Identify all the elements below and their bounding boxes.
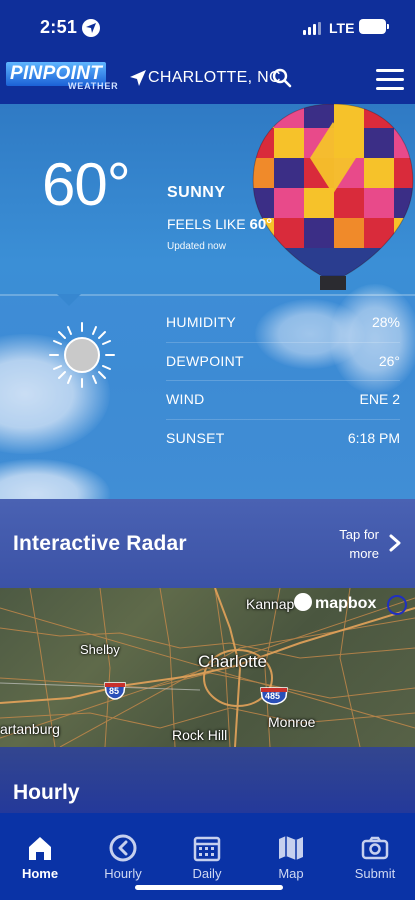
radar-title: Interactive Radar <box>13 532 187 555</box>
updated-status: Updated now <box>167 241 226 252</box>
camera-icon <box>361 836 389 860</box>
panel-pointer <box>57 294 81 306</box>
detail-value: 26° <box>378 352 400 369</box>
details-list: HUMIDITY 28% DEWPOINT 26° WIND ENE 2 SUN… <box>166 304 400 458</box>
tab-submit[interactable]: Submit <box>340 833 410 881</box>
interstate-shield-icon: 485 <box>260 685 288 705</box>
detail-row-wind: WIND ENE 2 <box>166 381 400 420</box>
sunny-icon <box>49 322 115 388</box>
shield-number: 85 <box>109 686 120 696</box>
detail-label: WIND <box>166 391 205 407</box>
mapbox-logo-icon <box>294 593 312 611</box>
detail-label: DEWPOINT <box>166 352 244 369</box>
tab-label: Daily <box>192 866 222 881</box>
tap-line-1: Tap for <box>339 527 379 542</box>
home-indicator[interactable] <box>135 885 283 890</box>
status-bar: 2:51 LTE <box>0 0 415 56</box>
tap-for-more: Tap for more <box>333 525 379 563</box>
interactive-radar-banner[interactable]: Interactive Radar Tap for more <box>0 499 415 588</box>
status-time: 2:51 <box>40 17 78 37</box>
tab-daily[interactable]: Daily <box>172 833 242 881</box>
tab-home[interactable]: Home <box>5 833 75 881</box>
chevron-right-icon <box>388 533 402 558</box>
feels-like-label: FEELS LIKE <box>167 216 246 232</box>
tab-label: Hourly <box>104 866 142 881</box>
hourly-title: Hourly <box>13 781 80 804</box>
battery-icon <box>359 19 389 34</box>
tab-map[interactable]: Map <box>256 833 326 881</box>
current-conditions: 60° SUNNY FEELS LIKE 60° Updated now HUM… <box>0 104 415 499</box>
map-label-monroe: Monroe <box>268 714 316 730</box>
interstate-shield-icon: 85 <box>104 680 126 700</box>
map-label-spartanburg: artanburg <box>0 721 60 737</box>
tab-label: Map <box>278 866 304 881</box>
map-icon <box>279 836 303 860</box>
current-temperature: 60° <box>42 151 131 218</box>
tap-line-2: more <box>349 546 379 561</box>
shield-number: 485 <box>265 691 281 701</box>
logo-subtext: WEATHER <box>68 81 119 91</box>
clock-back-icon <box>109 834 137 862</box>
hot-air-balloon-image <box>252 104 414 290</box>
map-label-shelby: Shelby <box>80 642 120 657</box>
hourly-section[interactable]: Hourly <box>0 747 415 813</box>
map-label-charlotte: Charlotte <box>198 652 267 671</box>
radar-map[interactable]: Kannap mapbox Shelby Charlotte artanburg… <box>0 588 415 747</box>
pinpoint-weather-logo[interactable]: PINPOINT WEATHER <box>6 62 124 92</box>
tab-hourly[interactable]: Hourly <box>88 833 158 881</box>
tab-label: Home <box>21 866 59 881</box>
detail-label: HUMIDITY <box>166 314 237 330</box>
location-name[interactable]: CHARLOTTE, NC <box>148 69 281 87</box>
detail-row-humidity: HUMIDITY 28% <box>166 304 400 343</box>
detail-value: ENE 2 <box>359 391 400 407</box>
map-label-kannapolis: Kannap <box>246 596 295 612</box>
map-label-rock-hill: Rock Hill <box>172 727 228 743</box>
app-header: PINPOINT WEATHER CHARLOTTE, NC <box>0 56 415 104</box>
detail-value: 6:18 PM <box>347 429 400 446</box>
calendar-icon <box>193 836 221 862</box>
network-type: LTE <box>329 20 355 36</box>
detail-label: SUNSET <box>166 429 225 446</box>
current-condition: SUNNY <box>167 184 226 201</box>
house-icon <box>29 837 51 860</box>
mapbox-text: mapbox <box>315 595 377 612</box>
location-services-icon <box>82 19 100 37</box>
detail-row-sunset: SUNSET 6:18 PM <box>166 420 400 459</box>
signal-icon <box>303 22 323 35</box>
tab-label: Submit <box>354 866 396 881</box>
info-icon[interactable] <box>386 594 408 616</box>
mapbox-attribution[interactable]: mapbox <box>294 593 376 613</box>
feels-like: FEELS LIKE 60° <box>167 216 272 233</box>
location-arrow-icon[interactable] <box>128 68 150 90</box>
detail-value: 28% <box>371 314 400 330</box>
search-icon[interactable] <box>272 68 292 93</box>
feels-like-value: 60° <box>249 216 273 233</box>
detail-row-dewpoint: DEWPOINT 26° <box>166 343 400 381</box>
hamburger-menu-icon[interactable] <box>376 69 404 91</box>
